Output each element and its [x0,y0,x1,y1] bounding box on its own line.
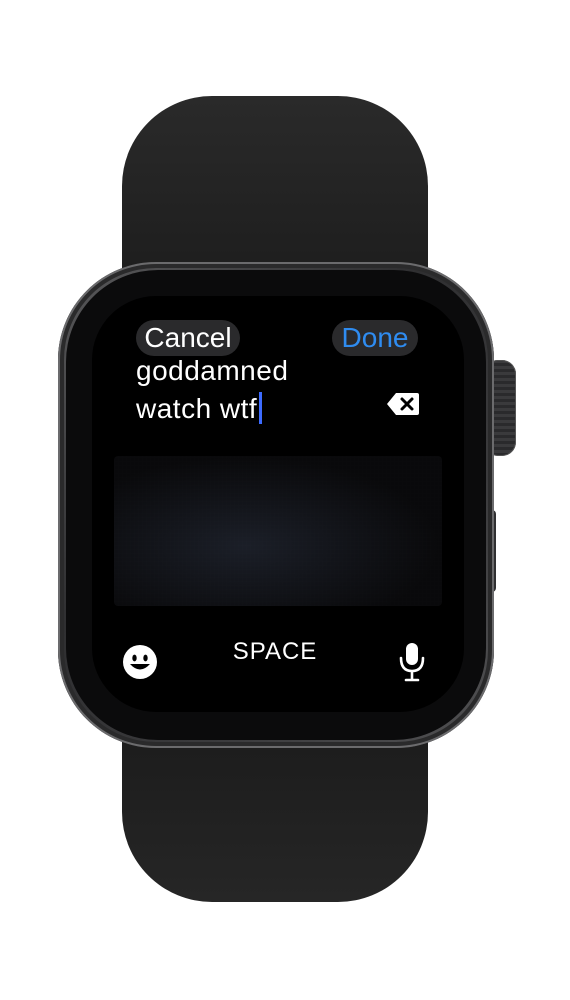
microphone-icon[interactable] [398,642,426,682]
watch-stage: Cancel Done goddamned watch wtf SPACE [0,0,570,1000]
cancel-button[interactable]: Cancel [136,320,240,356]
space-key[interactable]: SPACE [222,634,328,670]
text-line-2: watch wtf [136,390,376,428]
done-button[interactable]: Done [332,320,418,356]
text-line-1: goddamned [136,355,289,386]
text-cursor [259,392,263,424]
emoji-face-icon[interactable] [122,644,158,680]
watch-screen: Cancel Done goddamned watch wtf SPACE [92,296,464,712]
text-line-2-content: watch wtf [136,393,258,424]
text-input[interactable]: goddamned watch wtf [136,352,376,428]
delete-backspace-icon[interactable] [386,392,420,416]
scribble-pad[interactable] [114,456,442,606]
